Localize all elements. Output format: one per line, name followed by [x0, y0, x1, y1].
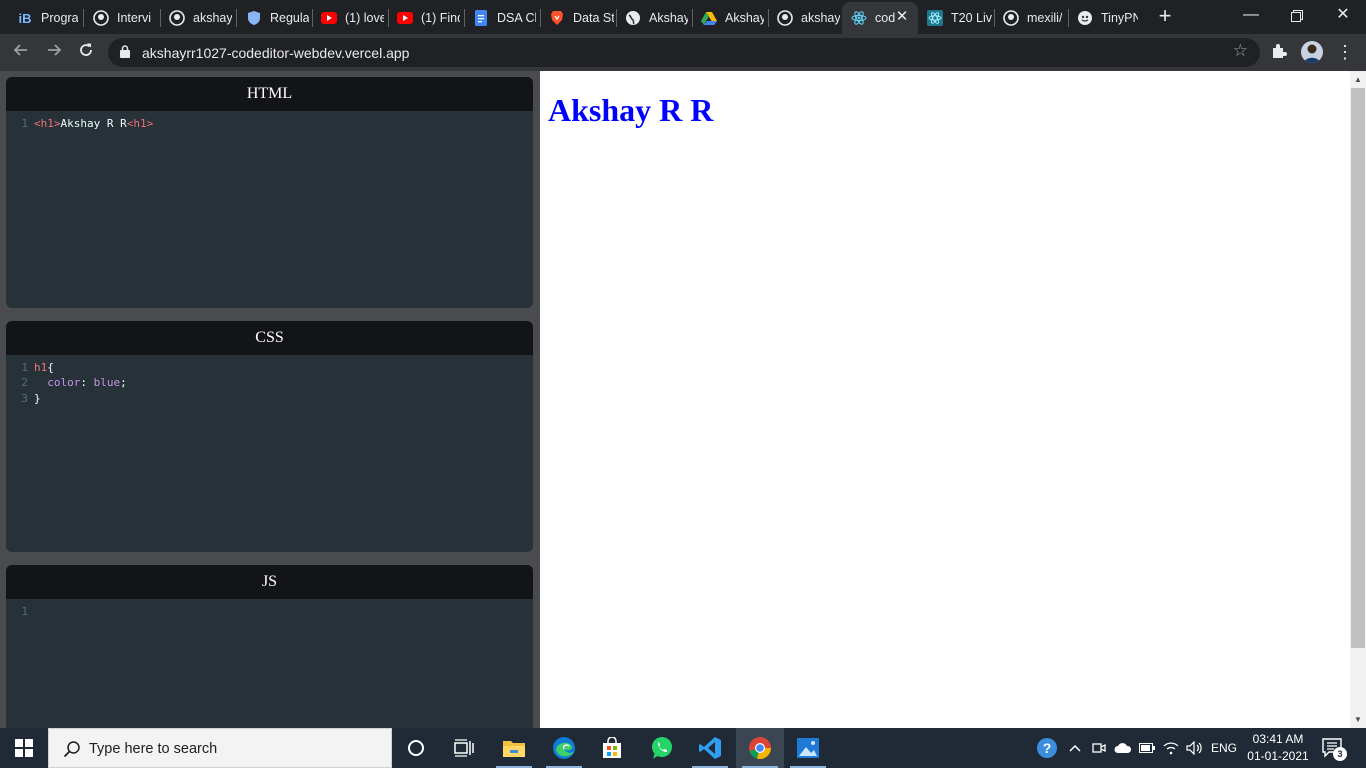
tab-love[interactable]: (1) love [312, 4, 384, 32]
globe-icon [625, 10, 641, 26]
extensions-icon[interactable] [1270, 42, 1288, 60]
tab-find[interactable]: (1) Find [388, 4, 460, 32]
help-icon[interactable]: ? [1034, 728, 1060, 768]
github-icon [169, 10, 185, 26]
vertical-scrollbar[interactable]: ▲ ▼ [1350, 71, 1366, 728]
page-viewport: HTML 1 <h1> Akshay R R <h1> CSS 1 h1{ 2 colo… [0, 71, 1366, 735]
tab-intervi[interactable]: Intervi [84, 4, 156, 32]
js-code-area[interactable]: 1 [6, 599, 533, 619]
vscode-icon[interactable] [686, 728, 734, 768]
windows-logo-icon [15, 739, 33, 757]
github-icon [777, 10, 793, 26]
start-button[interactable] [0, 728, 48, 768]
edge-icon[interactable] [540, 728, 588, 768]
store-icon[interactable] [588, 728, 636, 768]
back-button[interactable] [9, 40, 33, 64]
browser-toolbar: akshayrr1027-codeditor-webdev.vercel.app… [0, 34, 1366, 71]
code-line: 1 h1{ [21, 361, 54, 374]
url-text: akshayrr1027-codeditor-webdev.vercel.app [142, 45, 410, 61]
html-editor-title: HTML [6, 77, 533, 111]
volume-icon[interactable] [1184, 728, 1206, 768]
google-docs-icon [473, 10, 489, 26]
google-drive-icon [701, 10, 717, 26]
battery-icon[interactable] [1137, 728, 1157, 768]
youtube-icon [397, 10, 413, 26]
editor-pane: HTML 1 <h1> Akshay R R <h1> CSS 1 h1{ 2 colo… [0, 71, 540, 735]
notification-count-badge: 3 [1333, 747, 1347, 761]
brave-icon [549, 10, 565, 26]
interviewbit-icon: iB [18, 10, 32, 26]
tab-regula[interactable]: Regula [237, 4, 309, 32]
preview-heading: Akshay R R [548, 92, 714, 128]
scroll-up-icon[interactable]: ▲ [1350, 71, 1366, 88]
cortana-icon[interactable] [392, 728, 440, 768]
search-placeholder: Type here to search [89, 741, 218, 757]
taskbar-search-box[interactable]: Type here to search [48, 728, 392, 768]
react-icon [927, 10, 943, 26]
clock-date: 01-01-2021 [1247, 749, 1309, 763]
tab-akshay-drive[interactable]: Akshay [692, 4, 764, 32]
code-line: 1 [21, 605, 28, 618]
svg-text:?: ? [1043, 740, 1052, 756]
github-icon [93, 10, 109, 26]
css-code-area[interactable]: 1 h1{ 2 color: blue; 3} [6, 355, 533, 406]
html-code-area[interactable]: 1 <h1> Akshay R R <h1> [6, 111, 533, 131]
forward-button[interactable] [42, 40, 66, 64]
more-menu-icon[interactable]: ⋮ [1336, 40, 1354, 64]
minimize-button[interactable]: — [1228, 0, 1274, 32]
browser-tabstrip: iB Progra Intervi akshay Regula (1) love… [0, 0, 1366, 34]
tab-dsa[interactable]: DSA Ch [464, 4, 536, 32]
shield-icon [246, 10, 262, 26]
react-icon [851, 10, 867, 26]
show-hidden-icons-chevron[interactable] [1066, 728, 1084, 768]
css-editor[interactable]: CSS 1 h1{ 2 color: blue; 3} [6, 321, 533, 552]
tab-akshay-github[interactable]: akshay [160, 4, 232, 32]
whatsapp-icon[interactable] [638, 728, 686, 768]
close-window-button[interactable]: ✕ [1320, 0, 1366, 32]
chrome-icon[interactable] [736, 728, 784, 768]
bookmark-star-icon[interactable]: ☆ [1233, 41, 1248, 61]
tinypng-icon [1077, 10, 1093, 26]
tab-code-active[interactable]: code ✕ [842, 2, 918, 34]
camera-icon[interactable] [1090, 728, 1108, 768]
tab-progra[interactable]: iB Progra [8, 4, 79, 32]
address-bar[interactable]: akshayrr1027-codeditor-webdev.vercel.app… [108, 38, 1260, 67]
scrollbar-thumb[interactable] [1351, 88, 1365, 648]
onedrive-icon[interactable] [1112, 728, 1134, 768]
code-line: 3} [21, 391, 41, 405]
restore-button[interactable] [1274, 0, 1320, 32]
scroll-down-icon[interactable]: ▼ [1350, 711, 1366, 728]
language-indicator[interactable]: ENG [1208, 728, 1240, 768]
task-view-icon[interactable] [440, 728, 488, 768]
clock-time: 03:41 AM [1252, 732, 1304, 746]
tab-tinypng[interactable]: TinyPN [1068, 4, 1138, 32]
code-line: 2 color: blue; [21, 376, 127, 390]
tab-t20[interactable]: T20 Liv [918, 4, 994, 32]
reload-button[interactable] [74, 40, 98, 64]
js-editor[interactable]: JS 1 [6, 565, 533, 735]
new-tab-button[interactable]: + [1154, 5, 1176, 28]
search-icon [63, 741, 80, 758]
output-preview: Akshay R R [540, 71, 1350, 728]
github-icon [1003, 10, 1019, 26]
file-explorer-icon[interactable] [490, 728, 538, 768]
photos-icon[interactable] [784, 728, 832, 768]
taskbar-clock[interactable]: 03:41 AM 01-01-2021 [1240, 731, 1316, 765]
youtube-icon [321, 10, 337, 26]
profile-avatar[interactable] [1301, 41, 1323, 63]
wifi-icon[interactable] [1161, 728, 1181, 768]
js-editor-title: JS [6, 565, 533, 599]
code-line: 1 <h1> Akshay R R <h1> [21, 117, 154, 130]
html-editor[interactable]: HTML 1 <h1> Akshay R R <h1> [6, 77, 533, 308]
tab-akshay-site[interactable]: Akshay [616, 4, 688, 32]
windows-taskbar: Type here to search ? ENG 03:41 AM 01-01… [0, 728, 1366, 768]
tab-akshay-github-2[interactable]: akshay [768, 4, 840, 32]
tab-mexili[interactable]: mexili/ [994, 4, 1066, 32]
css-editor-title: CSS [6, 321, 533, 355]
tab-data-st[interactable]: Data St [540, 4, 614, 32]
close-tab-icon[interactable]: ✕ [894, 9, 910, 25]
lock-icon [120, 45, 130, 58]
